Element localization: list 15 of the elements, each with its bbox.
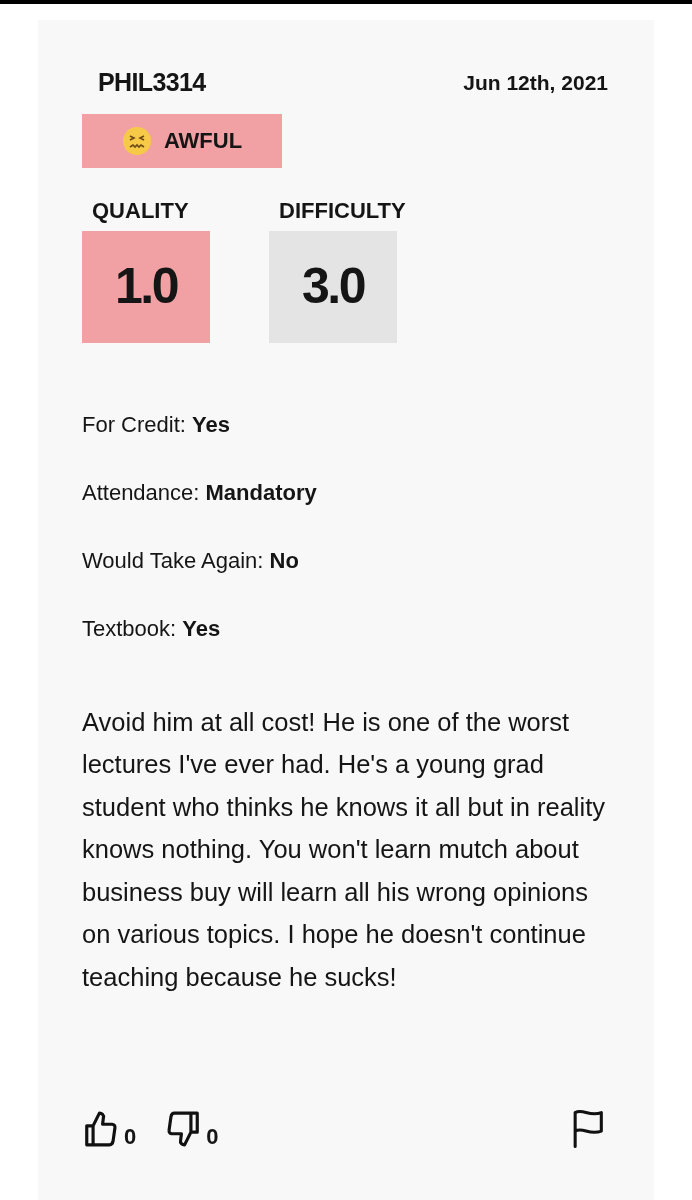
grimacing-emoji-icon	[121, 125, 152, 156]
attribute-text: Attendance: Mandatory	[82, 478, 318, 507]
attribute-text: Textbook: Yes	[82, 614, 222, 643]
review-date: Jun 12th, 2021	[463, 70, 608, 96]
username: PHIL3314	[98, 67, 206, 98]
score-label: DIFFICULTY	[279, 196, 406, 225]
score-value: 1.0	[115, 257, 177, 316]
rating-label: AWFUL	[163, 127, 243, 155]
attribute-text: For Credit: Yes	[82, 410, 231, 439]
review-comment: Avoid him at all cost! He is one of the worst lectures I've ever had. He's a young grad student who thinks he knows it all but in reality knows nothing. You won't learn mutch about business buy will learn all his wrong opinions on various topics. I hope he doesn't continue teaching because he sucks!	[82, 706, 607, 993]
attribute-text: Would Take Again: No	[82, 546, 300, 575]
score-label: QUALITY	[92, 196, 189, 225]
thumbs-down-button[interactable]: 0	[164, 1110, 219, 1148]
score-value: 3.0	[302, 257, 364, 316]
thumbs-up-button[interactable]: 0	[82, 1110, 137, 1148]
